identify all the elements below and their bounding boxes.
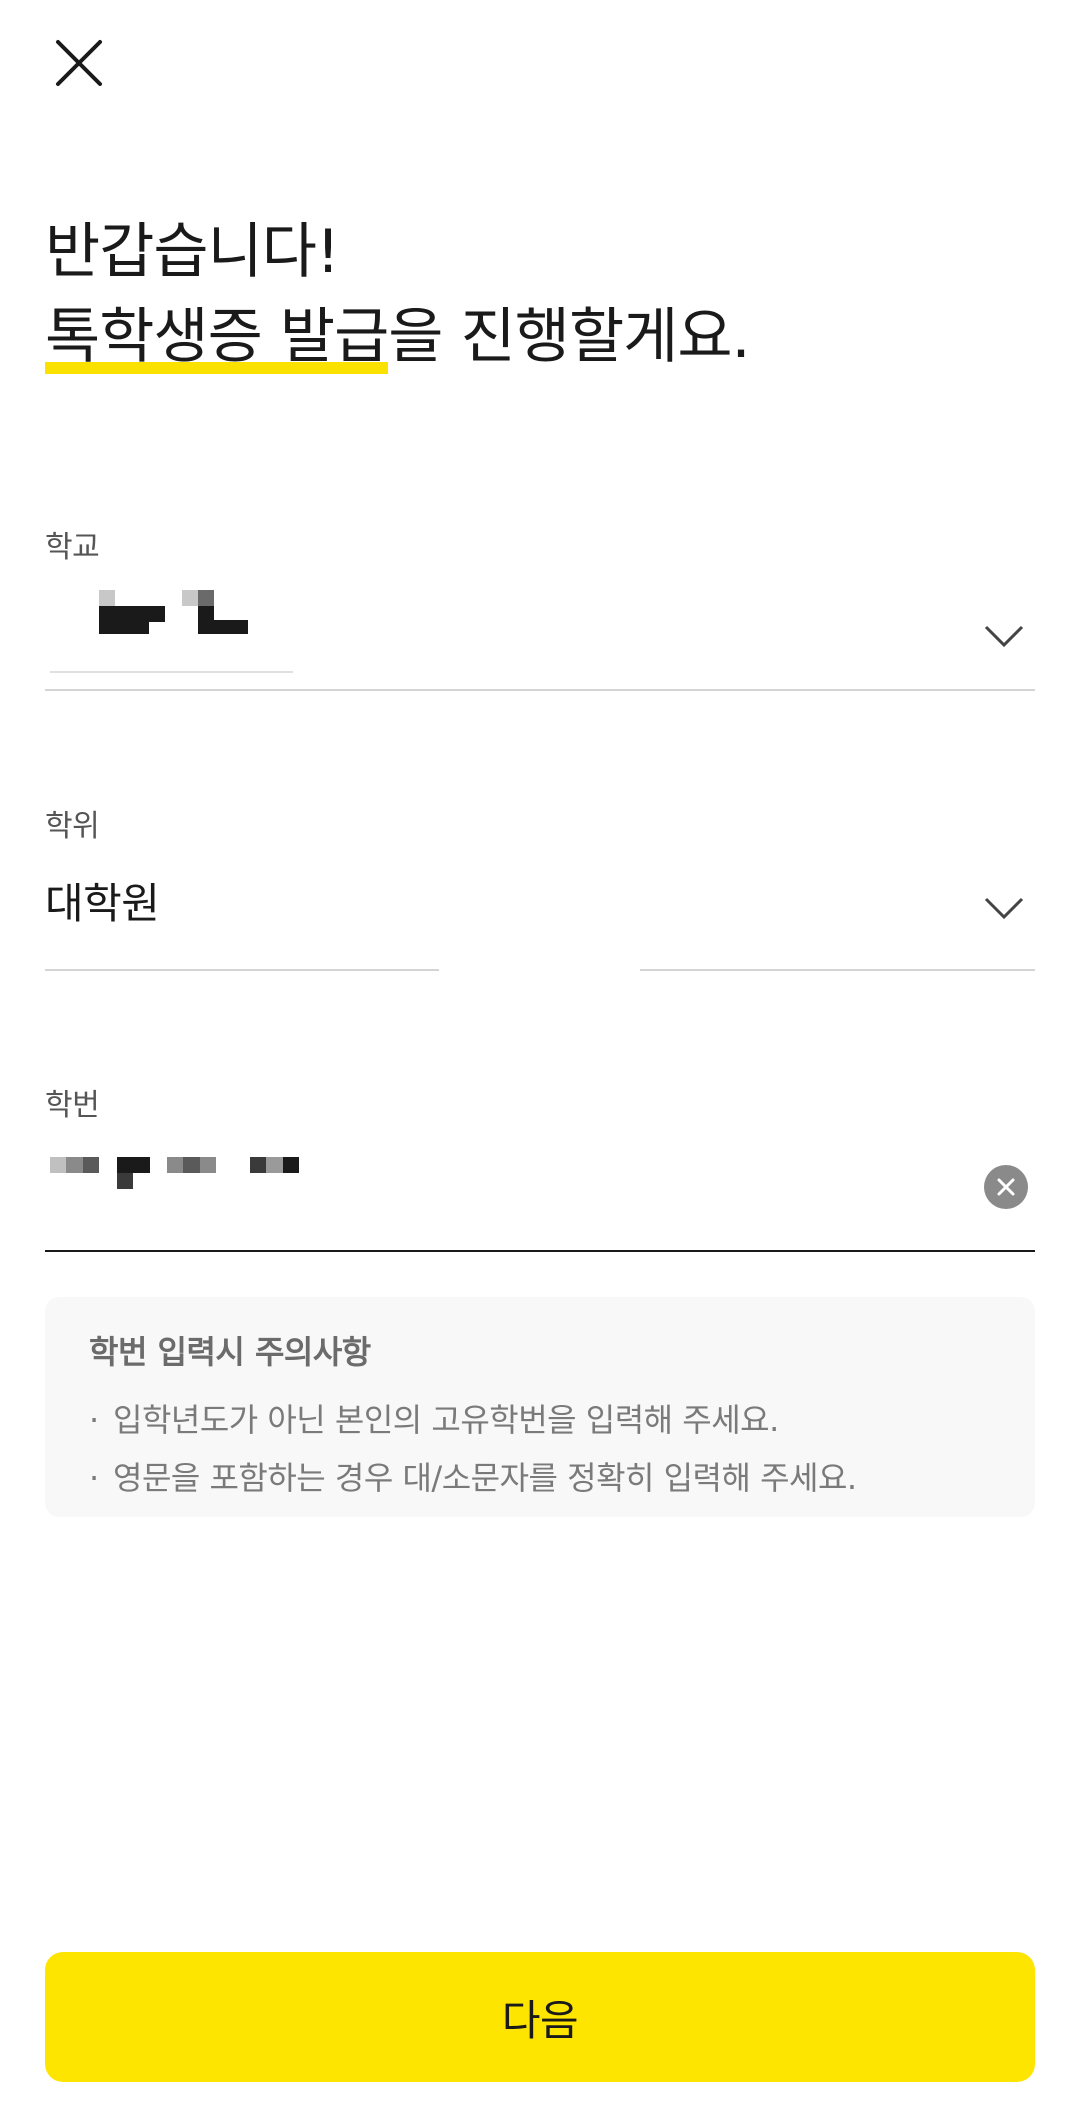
close-button[interactable]: [44, 28, 114, 98]
notice-title: 학번 입력시 주의사항: [89, 1333, 371, 1371]
school-chevron-down-icon: [978, 610, 1030, 662]
clear-icon: [997, 1178, 1015, 1196]
student-id-underline: [45, 1250, 1035, 1252]
degree-select[interactable]: 대학원: [45, 860, 1035, 970]
school-label: 학교: [45, 530, 100, 565]
school-underline: [45, 689, 1035, 691]
next-button[interactable]: 다음: [45, 1952, 1035, 2082]
greeting-line1: 반갑습니다!: [45, 217, 340, 287]
notice-item-text: 입학년도가 아닌 본인의 고유학번을 입력해 주세요.: [113, 1401, 779, 1439]
student-id-label: 학번: [45, 1088, 100, 1123]
bullet: ·: [89, 1459, 99, 1497]
greeting-line2: 톡학생증 발급을 진행할게요.: [45, 292, 751, 382]
student-id-input[interactable]: [45, 1140, 970, 1240]
greeting-line2-rest: 을 진행할게요.: [388, 302, 750, 372]
close-icon: [56, 40, 102, 86]
degree-value: 대학원: [45, 879, 160, 928]
greeting: 반갑습니다! 톡학생증 발급을 진행할게요.: [45, 212, 751, 382]
greeting-highlight: 톡학생증 발급: [45, 292, 389, 382]
degree-chevron-down-icon: [978, 882, 1030, 934]
notice-item: · 입학년도가 아닌 본인의 고유학번을 입력해 주세요.: [89, 1391, 991, 1449]
bullet: ·: [89, 1401, 99, 1439]
notice-box: 학번 입력시 주의사항 · 입학년도가 아닌 본인의 고유학번을 입력해 주세요…: [45, 1297, 1035, 1517]
clear-input-button[interactable]: [984, 1165, 1028, 1209]
notice-item-text: 영문을 포함하는 경우 대/소문자를 정확히 입력해 주세요.: [113, 1459, 857, 1497]
notice-item: · 영문을 포함하는 경우 대/소문자를 정확히 입력해 주세요.: [89, 1449, 991, 1507]
school-select[interactable]: [45, 570, 1035, 690]
degree-label: 학위: [45, 809, 100, 844]
